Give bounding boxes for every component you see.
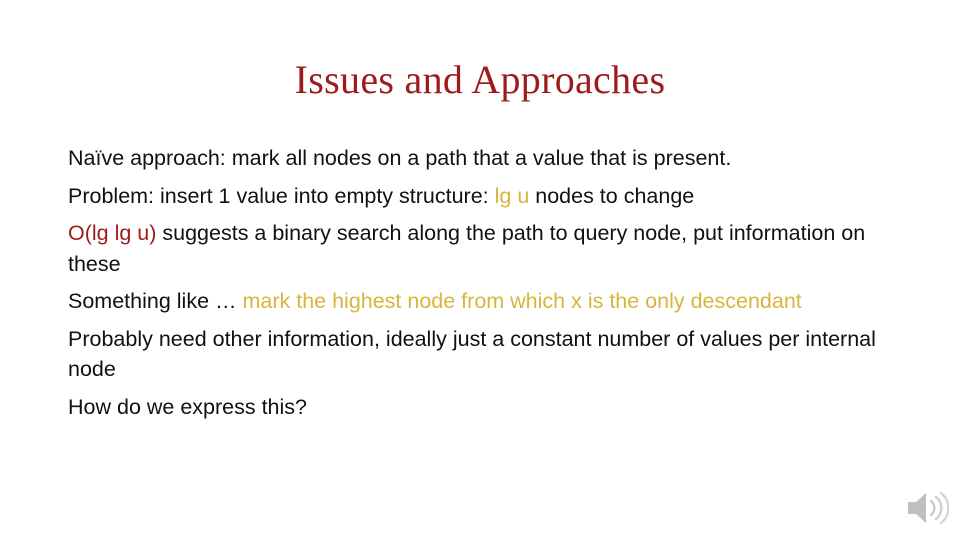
body-paragraph-2-tail: nodes to change [529,183,695,208]
body-paragraph-6: How do we express this? [68,392,878,423]
body-paragraph-3-emphasis: O(lg lg u) [68,221,157,245]
body-paragraph-5: Probably need other information, ideally… [68,324,878,385]
body-paragraph-3: O(lg lg u) suggests a binary search alon… [68,218,878,279]
speaker-wave-2 [934,495,943,521]
speaker-icon[interactable] [905,489,949,527]
body-paragraph-2-lead: Problem: insert 1 value into empty struc… [68,183,495,208]
body-paragraph-2-emphasis: lg u [494,183,530,208]
body-paragraph-6-text: How do we express this? [68,394,307,419]
body-paragraph-1: Naïve approach: mark all nodes on a path… [68,143,878,174]
body-paragraph-5-text: Probably need other information, ideally… [68,326,876,382]
body-paragraph-4-emphasis: mark the highest node from which x is th… [242,289,802,313]
body-paragraph-1-text: Naïve approach: mark all nodes on a path… [68,146,732,170]
body-paragraph-2: Problem: insert 1 value into empty struc… [68,181,878,212]
speaker-body-shape [908,493,926,523]
page-title: Issues and Approaches [294,57,666,102]
slide-body-content: Naïve approach: mark all nodes on a path… [68,143,878,422]
presentation-slide: Issues and Approaches Naïve approach: ma… [0,0,960,540]
speaker-wave-1 [929,499,936,517]
body-paragraph-4: Something like … mark the highest node f… [68,286,878,317]
body-paragraph-4-lead: Something like … [68,289,243,313]
body-paragraph-3-tail: suggests a binary search along the path … [68,221,866,276]
